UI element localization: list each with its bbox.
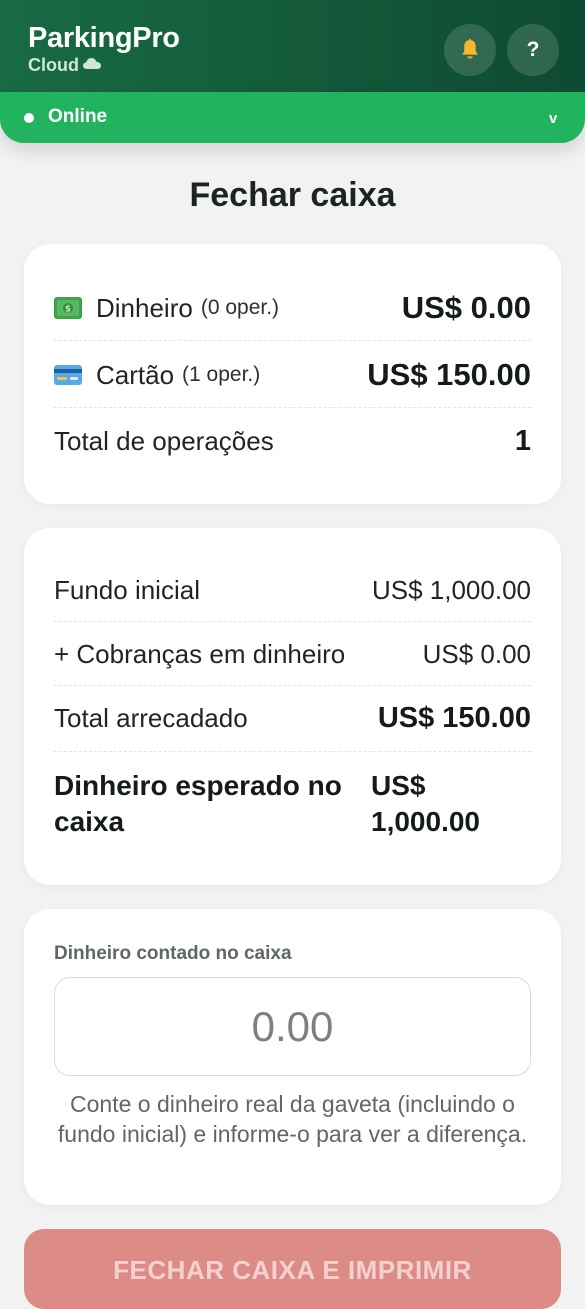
total-operations-value: 1 [514,424,531,457]
cash-icon: $ [54,297,82,319]
cash-charges-label: + Cobranças em dinheiro [54,638,346,669]
cash-label: $ Dinheiro (0 oper.) [54,293,279,324]
cash-row: $ Dinheiro (0 oper.) US$ 0.00 [54,288,531,328]
payment-summary-card: $ Dinheiro (0 oper.) US$ 0.00 Cartão (1 … [24,244,561,504]
cash-charges-row: + Cobranças em dinheiro US$ 0.00 [54,634,531,674]
initial-fund-label: Fundo inicial [54,574,200,605]
initial-fund-amount: US$ 1,000.00 [371,574,531,605]
bell-icon [462,38,478,59]
cash-charges-amount: US$ 0.00 [422,638,531,669]
divider [54,685,531,686]
help-icon: ? [526,38,540,61]
divider [54,407,531,408]
initial-fund-row: Fundo inicial US$ 1,000.00 [54,570,531,610]
counted-cash-label: Dinheiro contado no caixa [54,943,292,964]
brand: ParkingPro Cloud [28,22,180,76]
close-register-print-button[interactable]: FECHAR CAIXA E IMPRIMIR [24,1229,561,1309]
status-label: Online [48,106,108,127]
card-label-text: Cartão [96,359,175,390]
cash-count: (0 oper.) [200,296,280,319]
connection-status-bar[interactable]: Online v [0,92,585,143]
expected-cash-label: Dinheiro esperado no caixa [54,770,342,837]
help-button[interactable]: ? [507,24,559,76]
app-subtitle-text: Cloud [28,55,79,75]
total-collected-label: Total arrecadado [54,702,248,733]
total-collected-amount: US$ 150.00 [377,701,531,734]
app-header: ParkingPro Cloud ? [0,0,585,96]
card-row: Cartão (1 oper.) US$ 150.00 [54,355,531,395]
credit-card-icon [54,365,82,385]
page-title: Fechar caixa [189,176,396,214]
cash-amount: US$ 0.00 [401,290,531,325]
app-name: ParkingPro [28,22,180,54]
divider [54,751,531,752]
total-operations-label: Total de operações [54,425,274,456]
expected-cash-amount: US$ 1,000.00 [371,770,480,837]
card-count: (1 oper.) [182,363,261,386]
total-operations-row: Total de operações 1 [54,421,531,461]
status-dot-icon [24,113,34,123]
divider [54,340,531,341]
counted-cash-input[interactable] [54,977,531,1076]
card-label: Cartão (1 oper.) [54,360,260,391]
app-subtitle: Cloud [28,54,180,76]
reconciliation-card: Fundo inicial US$ 1,000.00 + Cobranças e… [24,528,561,885]
svg-text:$: $ [65,305,71,315]
cash-label-text: Dinheiro [96,292,193,323]
cloud-icon [83,57,101,69]
card-amount: US$ 150.00 [367,357,531,392]
notifications-button[interactable] [444,24,496,76]
chevron-down-icon: v [549,110,558,127]
counted-cash-card: Dinheiro contado no caixa Conte o dinhei… [24,909,561,1205]
total-collected-row: Total arrecadado US$ 150.00 [54,698,531,738]
divider [54,621,531,622]
counted-cash-hint: Conte o dinheiro real da gaveta (incluin… [57,1091,528,1147]
